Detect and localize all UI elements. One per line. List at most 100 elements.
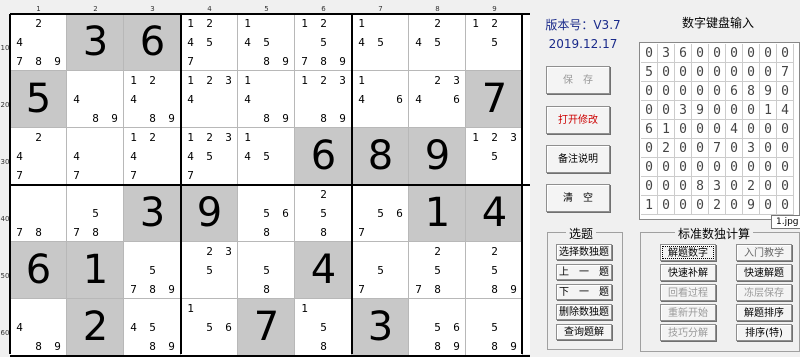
- sort-special-button[interactable]: 排序(特): [736, 324, 792, 341]
- sudoku-cell-candidates[interactable]: 568: [238, 185, 295, 242]
- clear-button[interactable]: 清 空: [546, 184, 610, 212]
- skill-breakdown-button[interactable]: 技巧分解: [660, 324, 716, 341]
- intro-teaching-button[interactable]: 入门教学: [736, 244, 792, 261]
- prev-puzzle-button[interactable]: 上 一 题: [556, 264, 612, 280]
- sudoku-cell-candidates[interactable]: 1 489: [238, 71, 295, 128]
- delete-puzzle-button[interactable]: 删除数独题: [556, 304, 612, 320]
- keypad-cell[interactable]: 5: [641, 63, 658, 82]
- keypad-cell[interactable]: 0: [675, 196, 692, 215]
- keypad-cell[interactable]: 0: [675, 177, 692, 196]
- keypad-cell[interactable]: 0: [726, 63, 743, 82]
- sudoku-cell-candidates[interactable]: 123 89: [295, 71, 352, 128]
- sudoku-cell-given[interactable]: 2: [67, 299, 124, 356]
- keypad-cell[interactable]: 7: [709, 139, 726, 158]
- sudoku-cell-candidates[interactable]: 12489: [124, 71, 181, 128]
- sudoku-cell-candidates[interactable]: 578: [67, 185, 124, 242]
- sudoku-cell-given[interactable]: 7: [466, 71, 523, 128]
- keypad-cell[interactable]: 0: [760, 63, 777, 82]
- keypad-cell[interactable]: 1: [641, 196, 658, 215]
- keypad-cell[interactable]: 0: [658, 101, 675, 120]
- sudoku-cell-candidates[interactable]: 1 4 6: [352, 71, 409, 128]
- keypad-cell[interactable]: 0: [709, 63, 726, 82]
- sudoku-cell-candidates[interactable]: 1235: [466, 128, 523, 185]
- sudoku-cell-candidates[interactable]: 489: [10, 299, 67, 356]
- keypad-cell[interactable]: 0: [726, 101, 743, 120]
- sudoku-cell-given[interactable]: 5: [10, 71, 67, 128]
- sudoku-cell-candidates[interactable]: 56 7: [352, 185, 409, 242]
- keypad-cell[interactable]: 0: [709, 120, 726, 139]
- keypad-cell[interactable]: 0: [760, 120, 777, 139]
- keypad-cell[interactable]: 0: [760, 158, 777, 177]
- keypad-cell[interactable]: 6: [641, 120, 658, 139]
- keypad-cell[interactable]: 3: [709, 177, 726, 196]
- sudoku-cell-given[interactable]: 3: [352, 299, 409, 356]
- sudoku-cell-given[interactable]: 3: [124, 185, 181, 242]
- sudoku-cell-candidates[interactable]: 1 45 89: [238, 14, 295, 71]
- keypad-cell[interactable]: 0: [777, 139, 794, 158]
- keypad-cell[interactable]: 0: [743, 44, 760, 63]
- keypad-cell[interactable]: 0: [692, 158, 709, 177]
- keypad-cell[interactable]: 2: [743, 177, 760, 196]
- keypad-cell[interactable]: 1: [760, 101, 777, 120]
- sudoku-cell-candidates[interactable]: 23 4 6: [409, 71, 466, 128]
- keypad-cell[interactable]: 0: [743, 158, 760, 177]
- sudoku-cell-given[interactable]: 3: [67, 14, 124, 71]
- save-button[interactable]: 保 存: [546, 66, 610, 94]
- sudoku-cell-candidates[interactable]: 2589: [466, 242, 523, 299]
- sudoku-board[interactable]: 2478936124571458912578914524512554891248…: [9, 13, 530, 357]
- keypad-cell[interactable]: 0: [658, 63, 675, 82]
- keypad-cell[interactable]: 0: [641, 44, 658, 63]
- freeze-save-button[interactable]: 冻层保存: [736, 284, 792, 301]
- sudoku-cell-candidates[interactable]: 124 7: [124, 128, 181, 185]
- keypad-cell[interactable]: 0: [675, 63, 692, 82]
- keypad-cell[interactable]: 0: [692, 82, 709, 101]
- keypad-cell[interactable]: 4: [777, 101, 794, 120]
- sudoku-cell-candidates[interactable]: 12 5789: [295, 14, 352, 71]
- keypad-cell[interactable]: 0: [692, 139, 709, 158]
- sudoku-cell-candidates[interactable]: 5789: [124, 242, 181, 299]
- fast-fill-button[interactable]: 快速补解: [660, 264, 716, 281]
- sudoku-cell-candidates[interactable]: 2 5 8: [295, 185, 352, 242]
- sudoku-cell-candidates[interactable]: 235: [181, 242, 238, 299]
- keypad-cell[interactable]: 0: [692, 120, 709, 139]
- keypad-cell[interactable]: 0: [658, 82, 675, 101]
- keypad-cell[interactable]: 0: [726, 177, 743, 196]
- sudoku-cell-given[interactable]: 6: [295, 128, 352, 185]
- sudoku-cell-given[interactable]: 4: [466, 185, 523, 242]
- keypad-cell[interactable]: 0: [743, 101, 760, 120]
- sudoku-cell-given[interactable]: 8: [352, 128, 409, 185]
- keypad-cell[interactable]: 0: [641, 101, 658, 120]
- sudoku-cell-candidates[interactable]: 24 7: [10, 128, 67, 185]
- keypad-cell[interactable]: 7: [777, 63, 794, 82]
- sudoku-cell-given[interactable]: 9: [181, 185, 238, 242]
- sudoku-cell-candidates[interactable]: 24 789: [10, 14, 67, 71]
- keypad-cell[interactable]: 0: [709, 158, 726, 177]
- next-puzzle-button[interactable]: 下 一 题: [556, 284, 612, 300]
- keypad-cell[interactable]: 0: [760, 139, 777, 158]
- sudoku-cell-given[interactable]: 6: [10, 242, 67, 299]
- sudoku-cell-candidates[interactable]: 589: [466, 299, 523, 356]
- sudoku-cell-candidates[interactable]: 1 45: [238, 128, 295, 185]
- open-edit-button[interactable]: 打开修改: [546, 106, 610, 134]
- sudoku-cell-candidates[interactable]: 489: [67, 71, 124, 128]
- keypad-cell[interactable]: 0: [641, 139, 658, 158]
- review-process-button[interactable]: 回看过程: [660, 284, 716, 301]
- sudoku-cell-candidates[interactable]: 78: [10, 185, 67, 242]
- keypad-cell[interactable]: 3: [658, 44, 675, 63]
- sudoku-cell-given[interactable]: 1: [67, 242, 124, 299]
- sudoku-cell-candidates[interactable]: 2 578: [409, 242, 466, 299]
- keypad-cell[interactable]: 0: [777, 196, 794, 215]
- sudoku-cell-given[interactable]: 6: [124, 14, 181, 71]
- keypad-cell[interactable]: 0: [658, 177, 675, 196]
- keypad-cell[interactable]: 0: [760, 44, 777, 63]
- sudoku-cell-candidates[interactable]: 45 89: [124, 299, 181, 356]
- keypad-cell[interactable]: 0: [760, 196, 777, 215]
- keypad-cell[interactable]: 2: [658, 139, 675, 158]
- keypad-cell[interactable]: 0: [675, 120, 692, 139]
- sudoku-cell-candidates[interactable]: 5689: [409, 299, 466, 356]
- fast-solve-button[interactable]: 快速解题: [736, 264, 792, 281]
- keypad-cell[interactable]: 0: [692, 196, 709, 215]
- keypad-cell[interactable]: 0: [709, 101, 726, 120]
- keypad-cell[interactable]: 9: [692, 101, 709, 120]
- keypad-cell[interactable]: 6: [675, 44, 692, 63]
